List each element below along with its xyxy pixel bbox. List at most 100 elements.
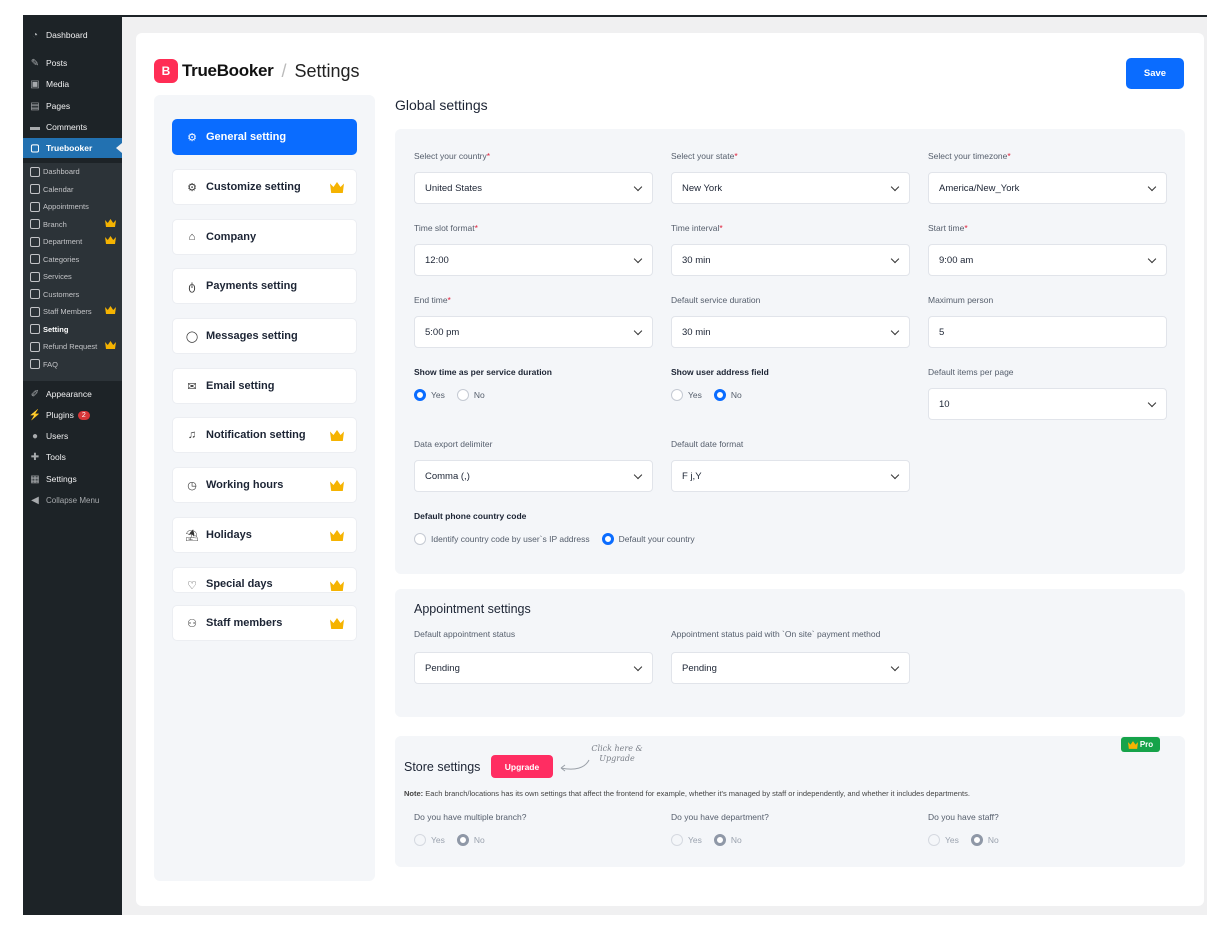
end-time-select[interactable]: 5:00 pm — [414, 316, 653, 348]
wp-menu-comments[interactable]: ▬ Comments — [23, 117, 122, 137]
appointment-status-label: Default appointment status — [414, 629, 516, 639]
staff-no-radio[interactable] — [970, 834, 983, 846]
save-button[interactable]: Save — [1126, 58, 1184, 89]
wp-sub-refund-request[interactable]: Refund Request — [23, 338, 122, 355]
wp-sub-dashboard[interactable]: Dashboard — [23, 163, 122, 180]
categories-icon — [30, 254, 40, 264]
show-time-radio-group: Yes No — [414, 389, 485, 401]
wp-submenu-truebooker: Dashboard Calendar Appointments Branch D… — [23, 163, 122, 381]
nav-special-days[interactable]: ♡ Special days — [172, 567, 357, 593]
wp-sub-customers[interactable]: Customers — [23, 286, 122, 303]
crown-icon — [330, 480, 344, 491]
nav-notification-setting[interactable]: ♫ Notification setting — [172, 417, 357, 453]
wp-menu-users[interactable]: ● Users — [23, 426, 122, 446]
phone-code-default-radio[interactable] — [601, 533, 614, 545]
staff-radio-group: Yes No — [928, 834, 999, 846]
page-title: Settings — [294, 60, 360, 81]
collapse-icon: ◀ — [31, 494, 39, 506]
appointment-settings-title: Appointment settings — [414, 602, 531, 616]
wp-menu-settings[interactable]: ▦ Settings — [23, 469, 122, 489]
show-time-yes-radio[interactable] — [414, 389, 426, 401]
nav-email-setting[interactable]: ✉ Email setting — [172, 368, 357, 404]
wp-menu-posts[interactable]: ✎ Posts — [23, 53, 122, 73]
nav-messages-setting[interactable]: ◯ Messages setting — [172, 318, 357, 354]
services-icon — [30, 271, 40, 282]
branch-no-radio[interactable] — [456, 834, 469, 846]
truebooker-logo-icon: B — [154, 59, 178, 83]
nav-customize-setting[interactable]: ⚙ Customize setting — [172, 169, 357, 205]
start-time-select[interactable]: 9:00 am — [928, 244, 1167, 276]
wp-admin-frame: ◔ Dashboard ✎ Posts ▣ Media ▤ Pages ▬ Comment… — [23, 15, 1207, 915]
appointment-settings-section: Appointment settings Default appointment… — [395, 589, 1185, 717]
show-address-radio-group: Yes No — [671, 389, 742, 401]
refund-icon — [30, 341, 40, 352]
staff-yes-radio[interactable] — [928, 834, 940, 846]
appointment-status-select[interactable]: Pending — [414, 652, 653, 684]
country-select[interactable]: United States — [414, 172, 653, 204]
country-label: Select your country* — [414, 151, 491, 161]
wp-menu-pages[interactable]: ▤ Pages — [23, 96, 122, 116]
show-time-label: Show time as per service duration — [414, 367, 552, 377]
timezone-label: Select your timezone* — [928, 151, 1011, 161]
service-duration-select[interactable]: 30 min — [671, 316, 910, 348]
service-duration-label: Default service duration — [671, 295, 761, 305]
crown-icon — [1127, 740, 1138, 749]
show-time-no-radio[interactable] — [456, 389, 469, 401]
message-icon: ◯ — [185, 330, 199, 343]
phone-code-radio-group: Identify country code by user`s IP addre… — [414, 533, 695, 545]
wp-menu-appearance[interactable]: ✐ Appearance — [23, 384, 122, 404]
customize-icon: ⚙ — [187, 181, 197, 194]
wp-sub-appointments[interactable]: Appointments — [23, 198, 122, 215]
nav-working-hours[interactable]: ◷ Working hours — [172, 467, 357, 503]
phone-code-label: Default phone country code — [414, 511, 527, 521]
nav-company[interactable]: ⌂ Company — [172, 219, 357, 255]
department-yes-radio[interactable] — [671, 834, 683, 846]
timezone-select[interactable]: America/New_York — [928, 172, 1167, 204]
wp-menu-tools[interactable]: ✚ Tools — [23, 447, 122, 467]
nav-general-setting[interactable]: ⚙ General setting — [172, 119, 357, 155]
wp-sub-staff-members[interactable]: Staff Members — [23, 303, 122, 320]
store-settings-title: Store settings — [404, 760, 481, 774]
onsite-status-select[interactable]: Pending — [671, 652, 910, 684]
slot-format-select[interactable]: 12:00 — [414, 244, 653, 276]
settings-icon: ▦ — [30, 473, 40, 485]
wp-menu-truebooker[interactable]: ▢ Truebooker — [23, 138, 122, 158]
wp-collapse-menu[interactable]: ◀ Collapse Menu — [23, 490, 122, 510]
crown-icon — [330, 530, 344, 541]
wp-menu-dashboard[interactable]: ◔ Dashboard — [23, 25, 122, 45]
wp-sub-services[interactable]: Services — [23, 268, 122, 285]
wp-sub-calendar[interactable]: Calendar — [23, 181, 122, 198]
interval-select[interactable]: 30 min — [671, 244, 910, 276]
wp-sub-faq[interactable]: FAQ — [23, 356, 122, 373]
wp-sub-department[interactable]: Department — [23, 233, 122, 250]
nav-holidays[interactable]: ⛱ Holidays — [172, 517, 357, 553]
email-icon: ✉ — [187, 380, 197, 393]
items-per-page-select[interactable]: 10 — [928, 388, 1167, 420]
phone-code-ip-radio[interactable] — [414, 533, 426, 545]
date-format-label: Default date format — [671, 439, 744, 449]
max-person-label: Maximum person — [928, 295, 994, 305]
wp-menu-plugins[interactable]: ⚡ Plugins 2 — [23, 405, 122, 425]
wp-sub-setting[interactable]: Setting — [23, 321, 122, 338]
export-delimiter-select[interactable]: Comma (,) — [414, 460, 653, 492]
department-no-radio[interactable] — [713, 834, 726, 846]
wp-menu-media[interactable]: ▣ Media — [23, 74, 122, 94]
nav-staff-members[interactable]: ⚇ Staff members — [172, 605, 357, 641]
branch-yes-radio[interactable] — [414, 834, 426, 846]
export-delimiter-label: Data export delimiter — [414, 439, 493, 449]
wp-sub-categories[interactable]: Categories — [23, 251, 122, 268]
wp-sub-branch[interactable]: Branch — [23, 216, 122, 233]
state-select[interactable]: New York — [671, 172, 910, 204]
department-icon — [30, 236, 40, 247]
items-per-page-label: Default items per page — [928, 367, 1014, 377]
heart-icon: ♡ — [187, 579, 197, 592]
date-format-select[interactable]: F j,Y — [671, 460, 910, 492]
nav-payments-setting[interactable]: ტ Payments setting — [172, 268, 357, 304]
max-person-input[interactable]: 5 — [928, 316, 1167, 348]
show-address-yes-radio[interactable] — [671, 389, 683, 401]
department-radio-group: Yes No — [671, 834, 742, 846]
onsite-status-label: Appointment status paid with `On site` p… — [671, 629, 881, 639]
settings-nav: ⚙ General setting ⚙ Customize setting ⌂ Com… — [154, 95, 375, 881]
show-address-no-radio[interactable] — [713, 389, 726, 401]
upgrade-button[interactable]: Upgrade — [491, 755, 553, 778]
